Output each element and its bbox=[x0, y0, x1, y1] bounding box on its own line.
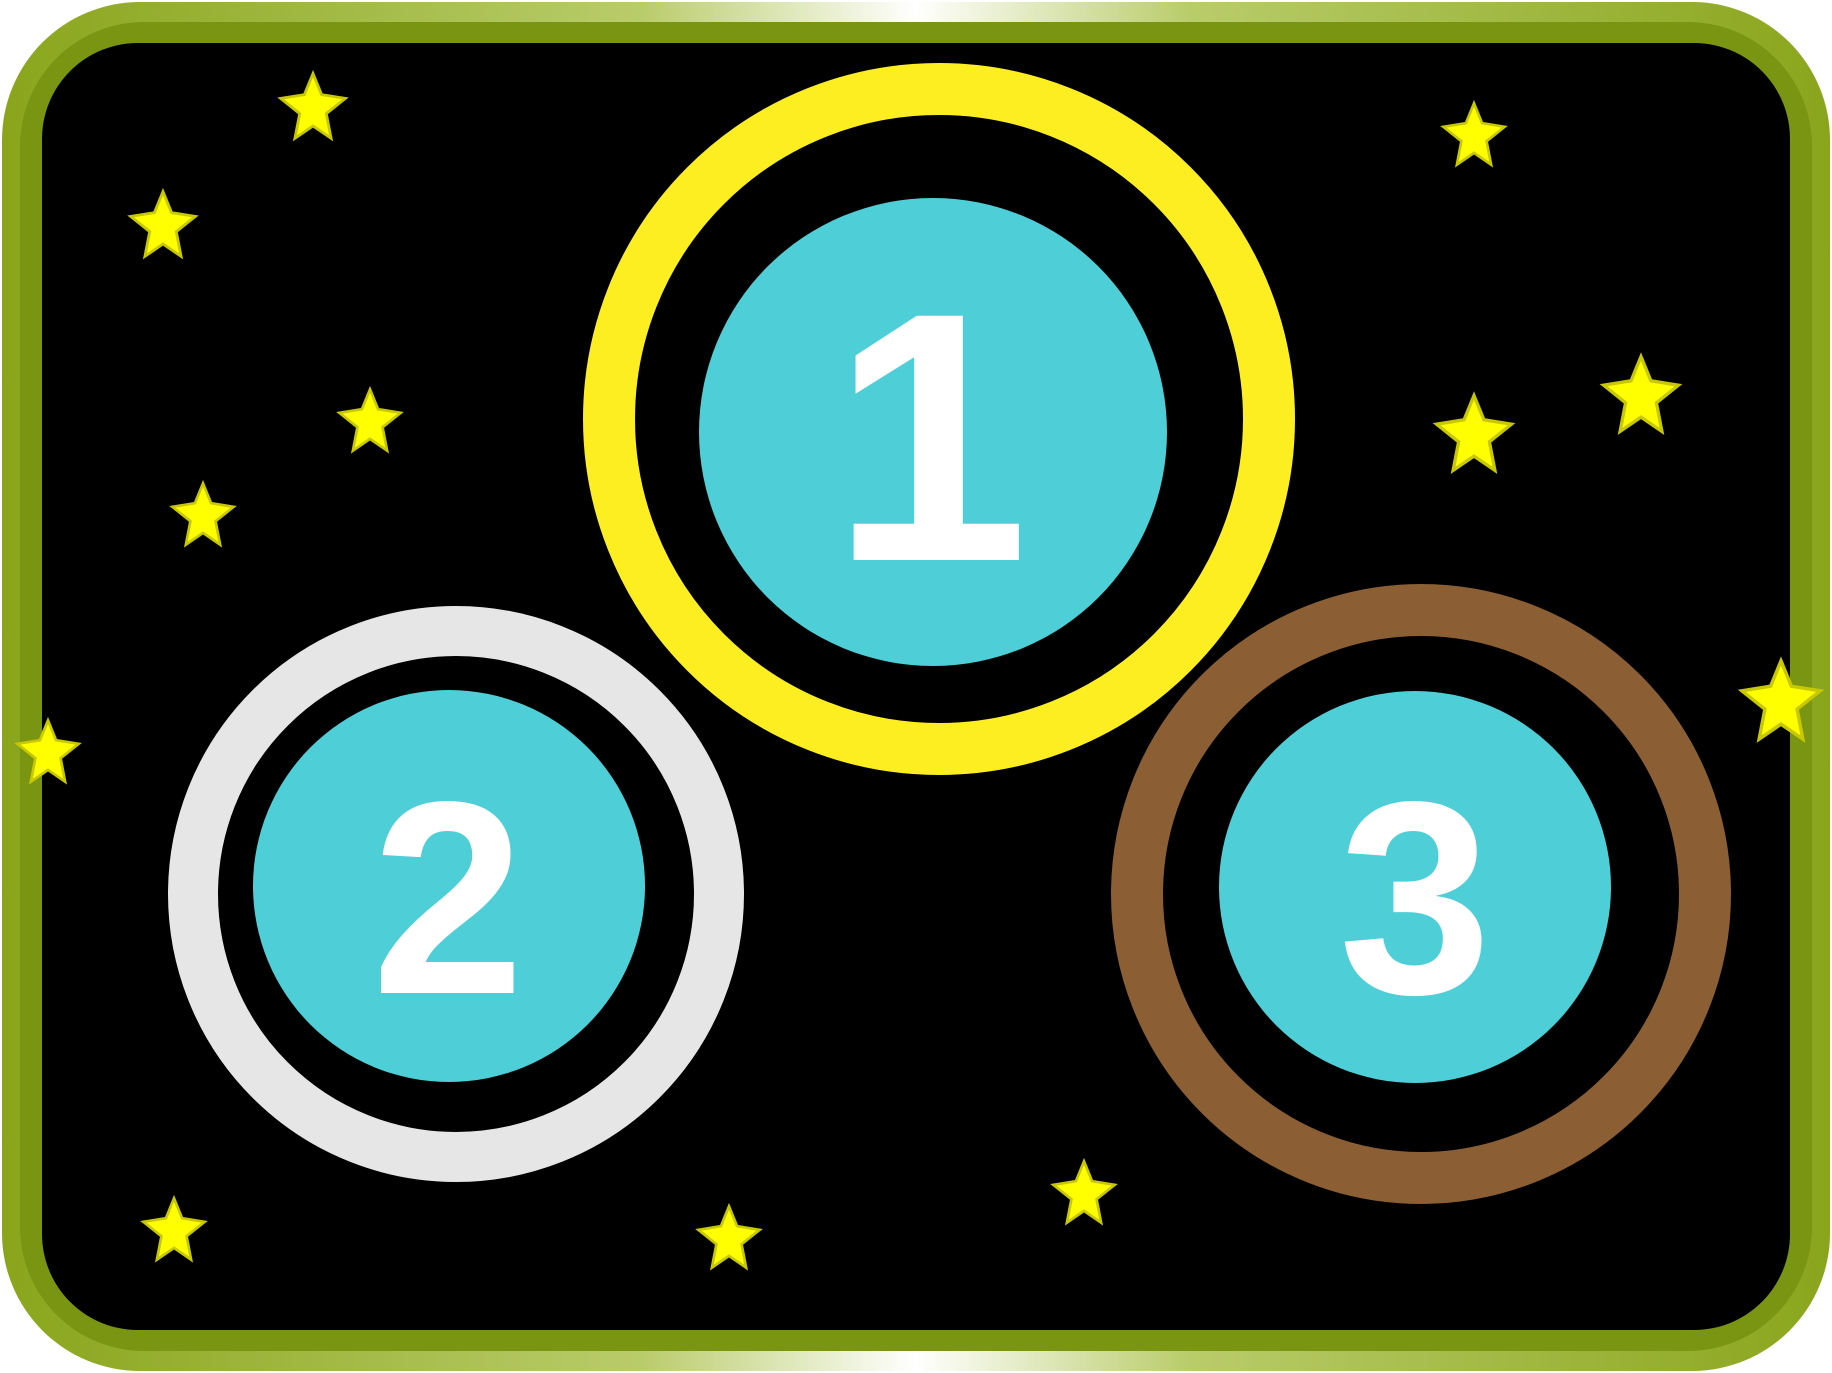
podium-place-2: 2 bbox=[168, 606, 744, 1182]
place-3-number: 3 bbox=[1339, 745, 1492, 1052]
place-2-number: 2 bbox=[372, 745, 525, 1052]
podium-board: 1 2 3 bbox=[2, 2, 1830, 1371]
place-1-number: 1 bbox=[831, 240, 1028, 636]
